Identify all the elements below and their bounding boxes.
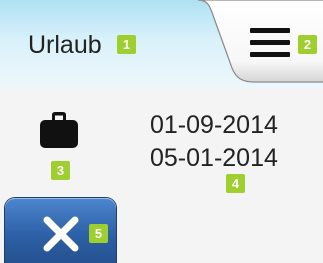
callout-badge-title: 1 — [117, 35, 136, 54]
callout-badge-menu: 2 — [298, 35, 317, 54]
menu-line — [250, 52, 290, 57]
start-date[interactable]: 01-09-2014 — [150, 109, 320, 142]
vacation-screen: Urlaub 1 2 3 01-09-2014 05-01-2014 4 5 — [0, 0, 323, 263]
vacation-dates[interactable]: 01-09-2014 05-01-2014 — [150, 109, 320, 175]
menu-line — [250, 28, 290, 33]
hamburger-menu-icon[interactable] — [250, 28, 290, 58]
end-date[interactable]: 05-01-2014 — [150, 142, 320, 175]
callout-badge-cancel: 5 — [89, 224, 108, 243]
close-x-icon — [43, 216, 79, 252]
page-title: Urlaub — [28, 31, 102, 59]
callout-badge-dates: 4 — [226, 174, 245, 193]
suitcase-icon — [39, 111, 79, 149]
callout-badge-suitcase: 3 — [51, 161, 70, 180]
menu-line — [250, 40, 290, 45]
